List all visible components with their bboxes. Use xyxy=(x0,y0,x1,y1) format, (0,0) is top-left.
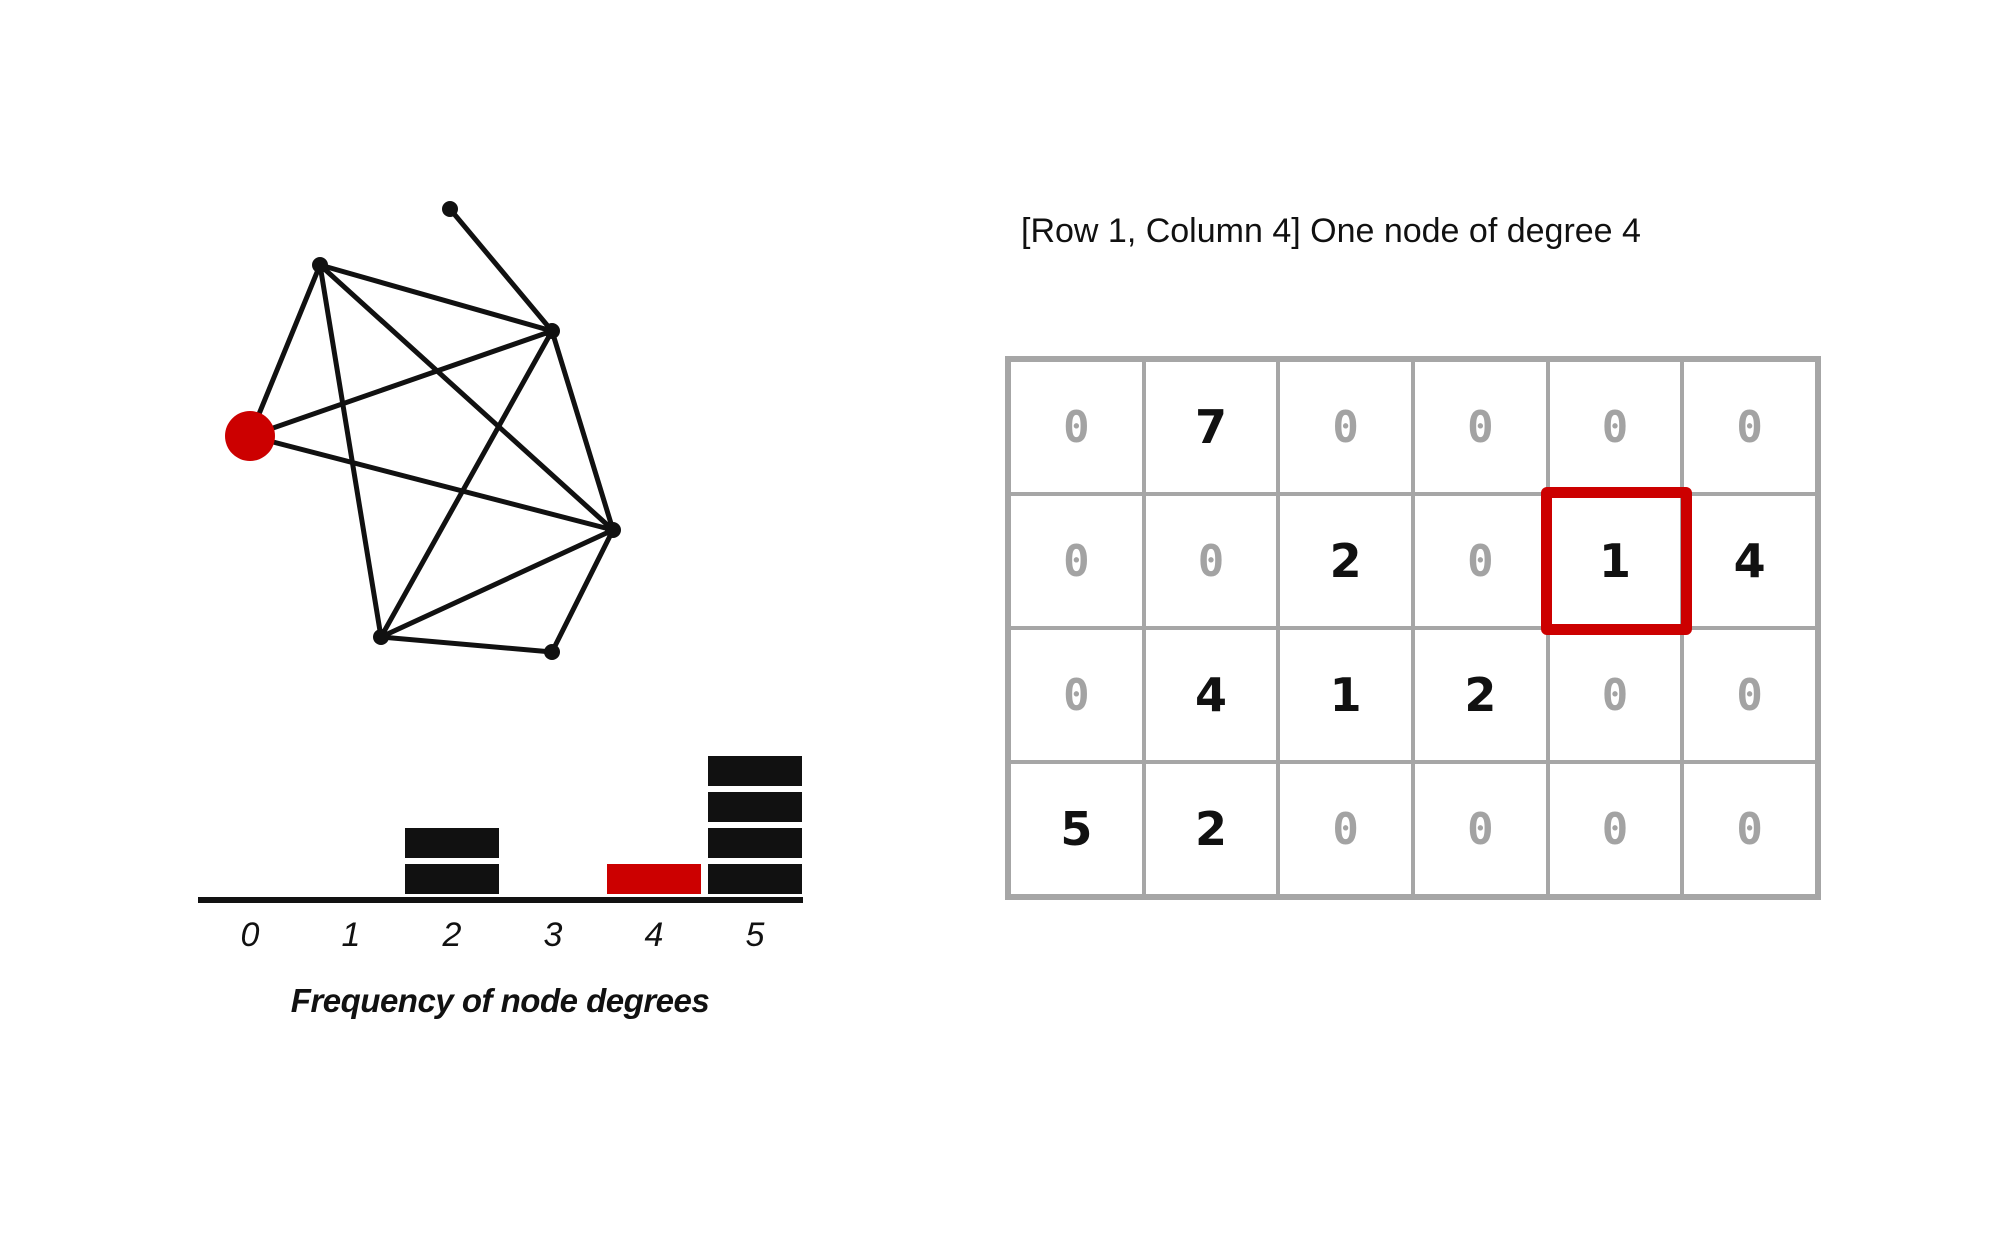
graph-edge-A-C xyxy=(447,206,555,334)
matrix-cell-r2-c5: 0 xyxy=(1682,628,1817,762)
histogram-block-degree-5 xyxy=(708,756,802,786)
matrix-cell-r0-c2: 0 xyxy=(1278,360,1413,494)
histogram-tick-label: 4 xyxy=(644,916,664,954)
matrix-cell-r0-c4: 0 xyxy=(1547,360,1683,494)
matrix-cell-r3-c2: 0 xyxy=(1278,762,1413,896)
histogram-tick-label: 5 xyxy=(745,916,765,954)
graph-node xyxy=(605,522,621,538)
matrix-cell-r2-c3: 2 xyxy=(1413,628,1548,762)
histogram-bars xyxy=(405,756,802,894)
histogram-title: Frequency of node degrees xyxy=(290,982,710,1019)
graph-edge-B-F xyxy=(317,262,384,640)
matrix-cell-r3-c0: 5 xyxy=(1009,762,1144,896)
matrix-cell-r2-c4: 0 xyxy=(1547,628,1683,762)
matrix-cell-r3-c1: 2 xyxy=(1143,762,1279,896)
matrix-cell-r1-c1: 0 xyxy=(1143,494,1279,628)
graph-nodes xyxy=(225,201,621,660)
matrix-cell-r2-c0: 0 xyxy=(1009,628,1144,762)
graph-node xyxy=(442,201,458,217)
histogram-tick-label: 2 xyxy=(442,916,462,954)
histogram-tick-label: 0 xyxy=(240,916,260,954)
graph-edge-C-F xyxy=(378,328,555,640)
matrix-cell-r1-c5: 4 xyxy=(1682,494,1817,628)
matrix-cell-r0-c5: 0 xyxy=(1682,360,1817,494)
degree-matrix: 070000002014041200520000 xyxy=(1005,356,1821,900)
matrix-cell-r3-c3: 0 xyxy=(1413,762,1548,896)
histogram-block-degree-4 xyxy=(607,864,701,894)
graph-node xyxy=(312,257,328,273)
graph-edge-F-G xyxy=(378,634,555,655)
matrix-caption: [Row 1, Column 4] One node of degree 4 xyxy=(1021,212,1641,250)
graph-edges xyxy=(247,206,616,655)
graph-node xyxy=(544,323,560,339)
histogram-block-degree-2 xyxy=(405,864,499,894)
matrix-cell-r1-c3: 0 xyxy=(1413,494,1548,628)
matrix-cell-r1-c4: 1 xyxy=(1547,494,1683,628)
graph-node xyxy=(544,644,560,660)
matrix-cell-r2-c2: 1 xyxy=(1278,628,1413,762)
graph-node xyxy=(373,629,389,645)
matrix-cell-r1-c0: 0 xyxy=(1009,494,1144,628)
graph-node-highlighted xyxy=(225,411,275,461)
matrix-cell-r0-c3: 0 xyxy=(1413,360,1548,494)
matrix-cell-r3-c5: 0 xyxy=(1682,762,1817,896)
graph-edge-B-D xyxy=(247,262,323,439)
graph-edge-C-D xyxy=(247,328,555,439)
histogram-tick-label: 1 xyxy=(341,916,361,954)
histogram-block-degree-5 xyxy=(708,792,802,822)
histogram-block-degree-5 xyxy=(708,828,802,858)
graph-edge-E-G xyxy=(549,527,616,655)
graph-edge-E-F xyxy=(378,527,616,640)
matrix-cell-r0-c0: 0 xyxy=(1009,360,1144,494)
histogram-block-degree-5 xyxy=(708,864,802,894)
matrix-cell-r1-c2: 2 xyxy=(1278,494,1413,628)
matrix-cell-r2-c1: 4 xyxy=(1143,628,1279,762)
histogram-block-degree-2 xyxy=(405,828,499,858)
histogram-tick-label: 3 xyxy=(543,916,563,954)
matrix-cell-r3-c4: 0 xyxy=(1547,762,1683,896)
matrix-cell-r0-c1: 7 xyxy=(1143,360,1279,494)
